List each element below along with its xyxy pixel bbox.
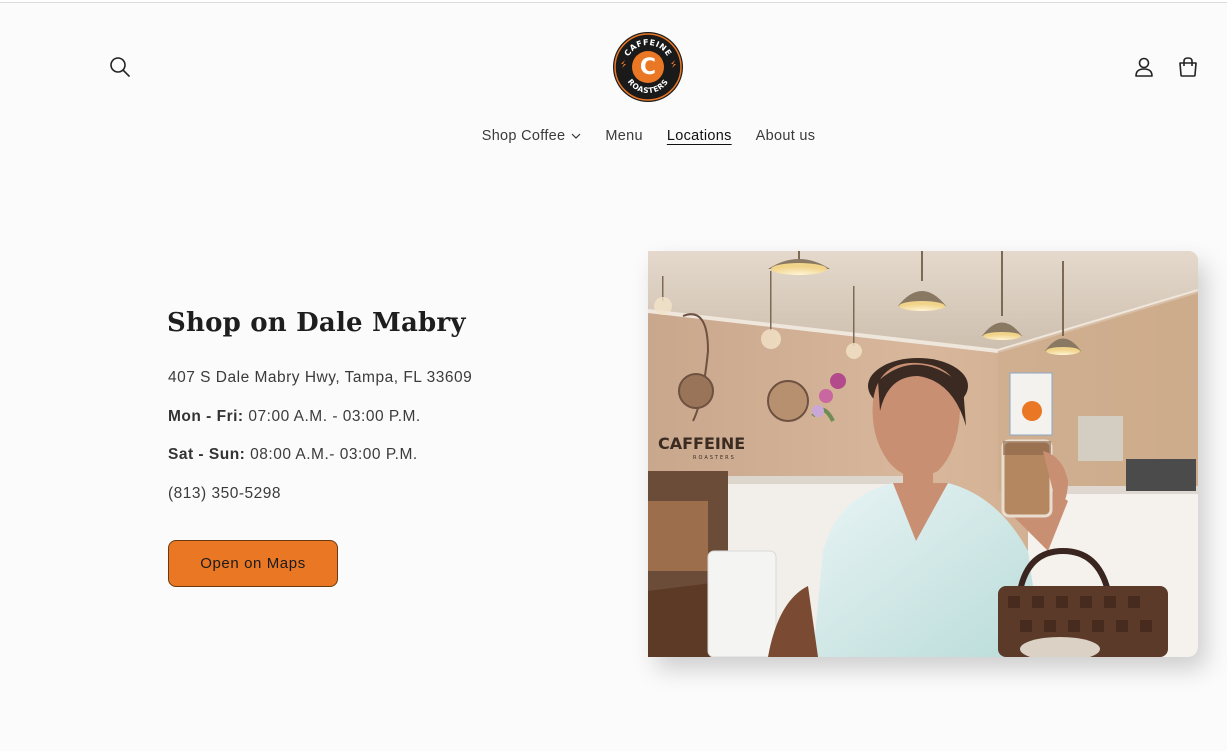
svg-text:C: C <box>640 55 656 80</box>
location-phone: (813) 350-5298 <box>168 485 281 502</box>
wall-sign-subtext: ROASTERS <box>693 455 736 461</box>
weekday-hours: Mon - Fri: 07:00 A.M. - 03:00 P.M. <box>168 408 421 426</box>
location-title: Shop on Dale Mabry <box>167 308 466 338</box>
weekend-label: Sat - Sun: <box>168 446 246 463</box>
main-nav: Shop Coffee Menu Locations About us <box>0 128 1227 144</box>
open-on-maps-button[interactable]: Open on Maps <box>168 540 338 587</box>
brand-logo[interactable]: C CAFFEINE ROASTERS <box>612 31 684 103</box>
cart-button[interactable] <box>1174 53 1202 81</box>
weekday-hours-value: 07:00 A.M. - 03:00 P.M. <box>248 408 421 425</box>
wall-sign-text: CAFFEINE <box>658 434 745 453</box>
nav-item-shop-coffee[interactable]: Shop Coffee <box>470 128 594 144</box>
site-header: C CAFFEINE ROASTERS <box>0 3 1227 123</box>
chevron-down-icon <box>571 133 581 139</box>
nav-item-menu[interactable]: Menu <box>593 128 654 144</box>
account-button[interactable] <box>1130 53 1158 81</box>
cafe-interior-image: CAFFEINE ROASTERS <box>648 251 1198 657</box>
nav-item-about-us[interactable]: About us <box>744 128 828 144</box>
weekend-hours: Sat - Sun: 08:00 A.M.- 03:00 P.M. <box>168 446 418 464</box>
location-address: 407 S Dale Mabry Hwy, Tampa, FL 33609 <box>168 369 473 386</box>
weekday-label: Mon - Fri: <box>168 408 244 425</box>
nav-item-label: Shop Coffee <box>481 128 566 144</box>
cart-icon <box>1179 57 1197 77</box>
nav-item-label: About us <box>755 128 816 144</box>
logo-icon: C CAFFEINE ROASTERS <box>613 32 683 102</box>
search-icon <box>110 57 130 77</box>
nav-item-label: Menu <box>605 128 643 144</box>
weekend-hours-value: 08:00 A.M.- 03:00 P.M. <box>250 446 418 463</box>
cafe-photo: CAFFEINE ROASTERS <box>648 251 1198 657</box>
user-icon <box>1135 57 1153 77</box>
nav-item-locations[interactable]: Locations <box>655 128 744 144</box>
nav-item-label: Locations <box>666 128 732 144</box>
search-button[interactable] <box>106 53 134 81</box>
